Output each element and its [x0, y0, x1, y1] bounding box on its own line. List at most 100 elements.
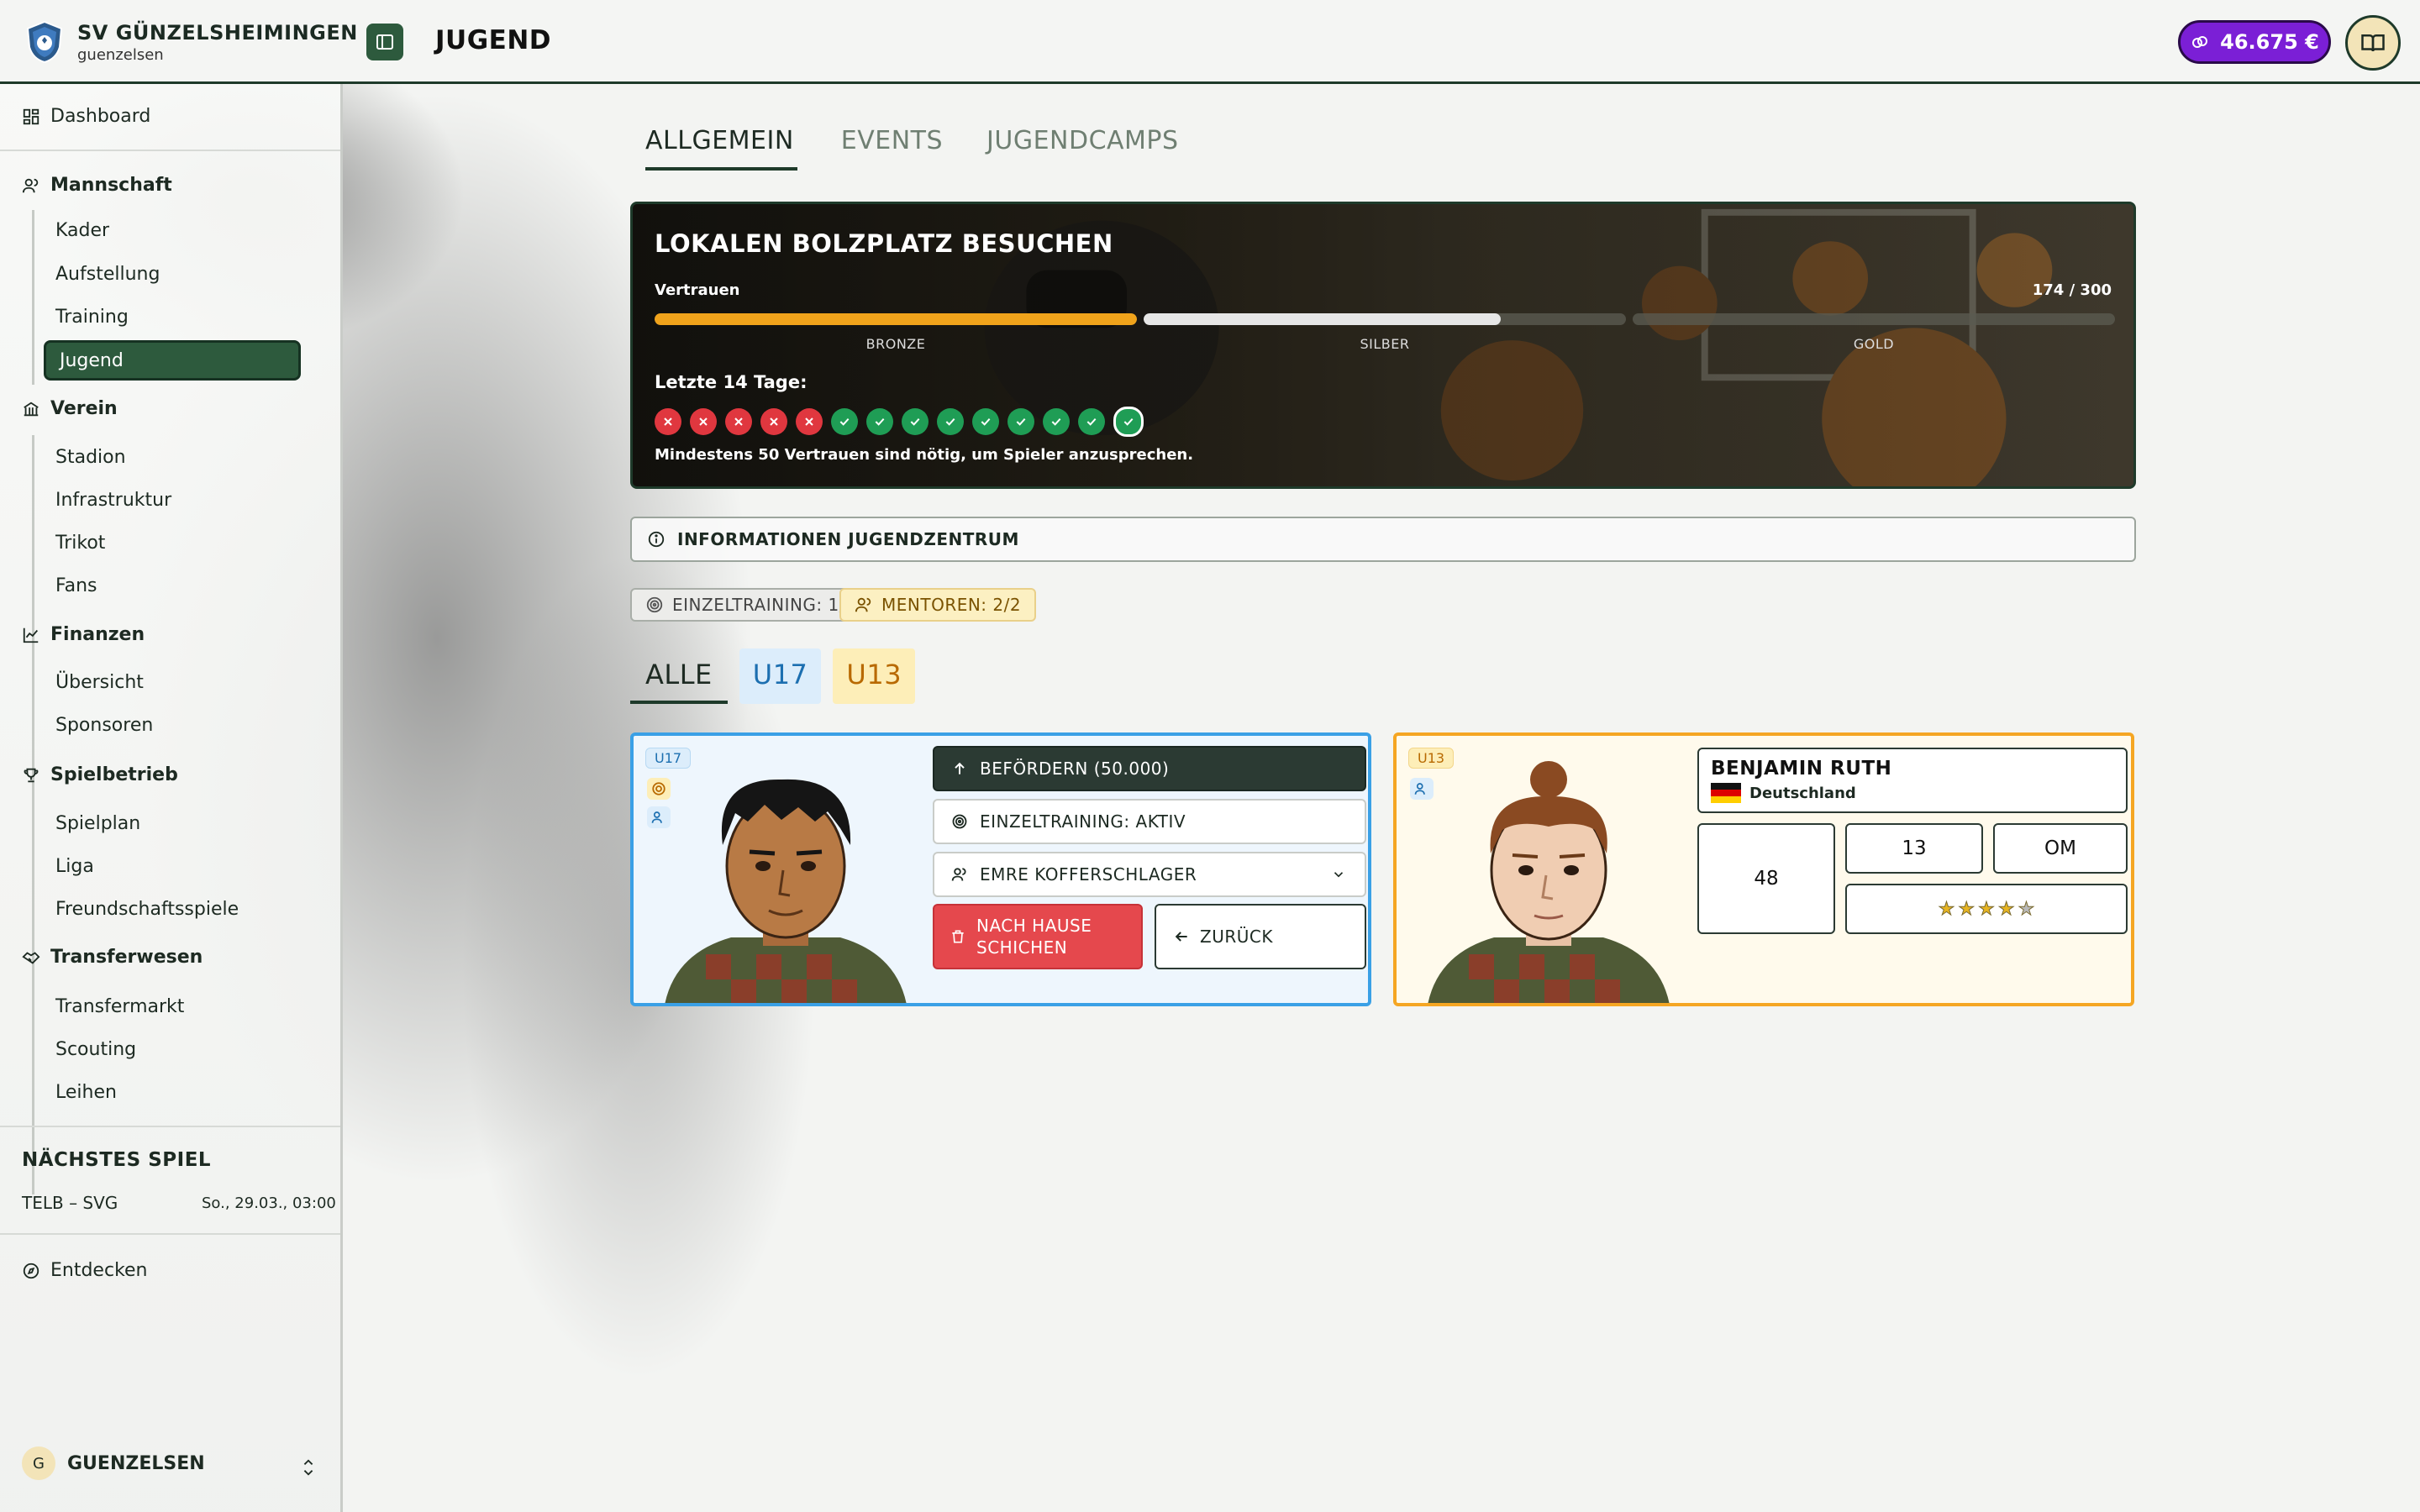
group-tab-u13[interactable]: U13 [833, 648, 916, 704]
back-button[interactable]: ZURÜCK [1155, 904, 1366, 969]
mentor-select[interactable]: EMRE KOFFERSCHLAGER [933, 852, 1366, 897]
sidebar-divider [0, 1126, 340, 1127]
send-home-button[interactable]: NACH HAUSE SCHICHEN [933, 904, 1143, 969]
mentoren-badge: MENTOREN: 2/2 [839, 588, 1037, 622]
trash-icon [952, 930, 964, 943]
arrow-left-icon [1175, 932, 1187, 942]
sidebar-item-dashboard[interactable]: Dashboard [22, 106, 150, 127]
compass-icon [23, 1263, 39, 1278]
sidebar-section-finanzen[interactable]: Finanzen [22, 624, 145, 645]
balance-button[interactable]: 46.675 € [2178, 20, 2331, 64]
sidebar-section-mannschaft[interactable]: Mannschaft [22, 175, 172, 196]
player-name-box: BENJAMIN RUTH Deutschland [1697, 748, 2128, 813]
sidebar-item-kader[interactable]: Kader [55, 220, 109, 241]
club-username: guenzelsen [77, 45, 164, 64]
sidebar-toggle-button[interactable] [366, 24, 403, 60]
day-missed-icon [655, 408, 681, 435]
player-portrait [1428, 761, 1670, 1003]
next-game-title: NÄCHSTES SPIEL [22, 1149, 212, 1171]
star-icon: ★ [1978, 898, 1996, 920]
club-brand[interactable]: SV GÜNZELSHEIMINGEN guenzelsen [25, 20, 358, 64]
chevron-down-icon [1334, 872, 1344, 878]
dashboard-icon [23, 108, 39, 124]
sidebar-item-stadion[interactable]: Stadion [55, 447, 126, 468]
tab-jugendcamps[interactable]: JUGENDCAMPS [986, 126, 1179, 171]
player-portrait [665, 779, 907, 1003]
user-menu[interactable]: G GUENZELSEN [22, 1446, 205, 1480]
balance-value: 46.675 € [2220, 30, 2319, 54]
trophy-icon [24, 768, 39, 782]
page-title: JUGEND [435, 25, 552, 55]
nav-tree-line [32, 435, 34, 692]
info-icon [648, 531, 665, 548]
einzeltraining-status-button[interactable]: EINZELTRAINING: AKTIV [933, 799, 1366, 844]
target-icon [952, 814, 967, 829]
day-missed-icon [690, 408, 717, 435]
sidebar-section-verein[interactable]: Verein [22, 398, 118, 419]
nav-tree-line [32, 210, 34, 385]
trust-count: 174 / 300 [2032, 281, 2112, 299]
sidebar-toggle-icon [376, 34, 393, 50]
star-icon: ★ [2018, 898, 2035, 920]
top-bar: SV GÜNZELSHEIMINGEN guenzelsen JUGEND 46… [0, 0, 2420, 84]
sidebar-item-scouting[interactable]: Scouting [55, 1039, 136, 1060]
sidebar-item-training[interactable]: Training [55, 307, 129, 328]
player-nation: Deutschland [1711, 783, 2114, 803]
day-missed-icon [725, 408, 752, 435]
tier-bar-silber [1144, 313, 1626, 325]
tier-fill [655, 313, 1137, 325]
sidebar-section-spielbetrieb[interactable]: Spielbetrieb [22, 764, 178, 785]
sidebar: Dashboard Mannschaft Kader Aufstellung T… [0, 84, 343, 1512]
coins-icon [2192, 36, 2208, 48]
sidebar-item-infrastruktur[interactable]: Infrastruktur [55, 490, 171, 511]
sidebar-item-aufstellung[interactable]: Aufstellung [55, 264, 160, 285]
sidebar-section-transferwesen[interactable]: Transferwesen [22, 947, 203, 968]
sidebar-item-entdecken[interactable]: Entdecken [22, 1260, 148, 1281]
tier-bar-gold [1633, 313, 2115, 325]
sidebar-section-label: Mannschaft [50, 175, 172, 196]
sidebar-item-freundschaftsspiele[interactable]: Freundschaftsspiele [55, 899, 239, 920]
sidebar-item-label: Dashboard [50, 106, 151, 127]
badge-label: MENTOREN: 2/2 [881, 595, 1022, 615]
sidebar-item-transfermarkt[interactable]: Transfermarkt [55, 996, 184, 1017]
sidebar-item-leihen[interactable]: Leihen [55, 1082, 117, 1103]
tab-allgemein[interactable]: ALLGEMEIN [645, 126, 797, 171]
building-icon [24, 402, 39, 416]
group-tabs: ALLE U17 U13 [630, 648, 916, 704]
sidebar-section-label: Spielbetrieb [50, 764, 178, 785]
sidebar-item-spielplan[interactable]: Spielplan [55, 813, 140, 834]
main-tabs: ALLGEMEIN EVENTS JUGENDCAMPS [645, 126, 1179, 171]
group-tab-u17[interactable]: U17 [739, 648, 822, 704]
users-icon [951, 868, 966, 881]
star-icon: ★ [1938, 898, 1955, 920]
day-done-icon [1043, 408, 1070, 435]
button-label: NACH HAUSE SCHICHEN [976, 916, 1092, 958]
sidebar-item-fans[interactable]: Fans [55, 575, 97, 596]
player-strength: 48 [1697, 823, 1835, 934]
book-button[interactable] [2345, 15, 2401, 71]
day-history [655, 407, 1144, 437]
group-tab-alle[interactable]: ALLE [630, 648, 728, 704]
tier-label-silber: SILBER [1360, 336, 1410, 352]
sidebar-item-liga[interactable]: Liga [55, 856, 94, 877]
handshake-icon [22, 951, 40, 964]
sidebar-divider [0, 150, 340, 151]
tier-fill [1144, 313, 1501, 325]
sidebar-item-uebersicht[interactable]: Übersicht [55, 672, 144, 693]
promote-button[interactable]: BEFÖRDERN (50.000) [933, 746, 1366, 791]
info-bar-label: INFORMATIONEN JUGENDZENTRUM [677, 529, 1019, 549]
sidebar-item-jugend[interactable]: Jugend [44, 340, 301, 381]
sidebar-item-label: Entdecken [50, 1260, 148, 1281]
mentor-select-value: EMRE KOFFERSCHLAGER [980, 864, 1197, 885]
club-name: SV GÜNZELSHEIMINGEN [77, 20, 358, 45]
tab-events[interactable]: EVENTS [841, 126, 943, 171]
next-game-match[interactable]: TELB – SVG [22, 1193, 118, 1213]
sidebar-item-sponsoren[interactable]: Sponsoren [55, 715, 153, 736]
germany-flag-icon [1711, 783, 1741, 803]
button-label: EINZELTRAINING: AKTIV [980, 811, 1186, 832]
sidebar-item-trikot[interactable]: Trikot [55, 533, 105, 554]
chevron-up-down-icon[interactable] [299, 1457, 318, 1478]
info-jugendzentrum-button[interactable]: INFORMATIONEN JUGENDZENTRUM [630, 517, 2136, 562]
player-age: 13 [1845, 823, 1983, 874]
badge-label: EINZELTRAINING: 1/1 [672, 595, 857, 615]
